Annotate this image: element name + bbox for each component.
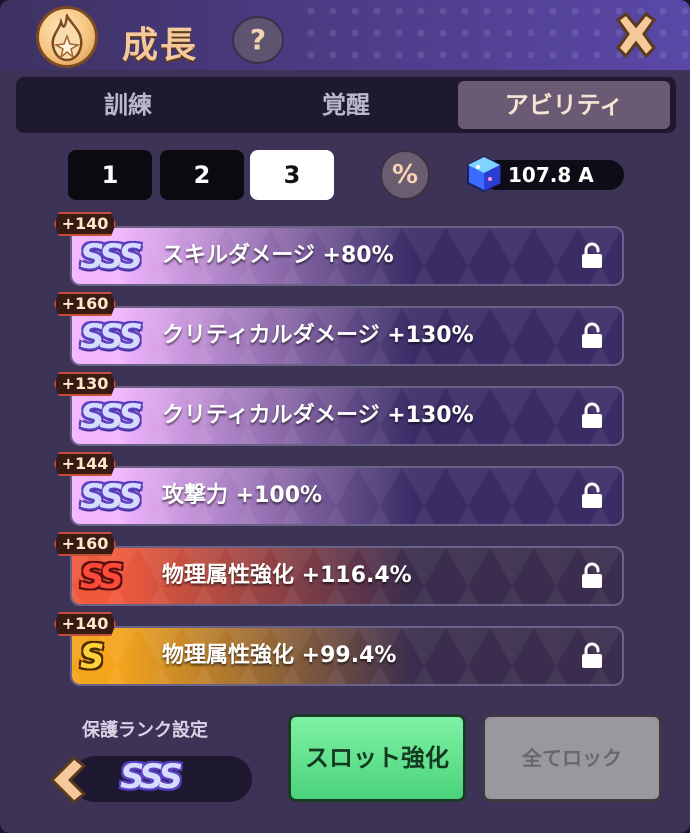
ability-row[interactable]: SSS スキルダメージ +80% — [70, 226, 624, 286]
unlock-icon[interactable] — [580, 242, 604, 274]
cube-icon — [466, 155, 502, 197]
page-button-3[interactable]: 3 — [250, 150, 334, 200]
rank-badge: SSS — [80, 397, 143, 437]
rank-badge: SSS — [80, 237, 143, 277]
percent-toggle-button[interactable]: % — [380, 150, 430, 200]
bonus-badge: +160 — [54, 292, 116, 316]
ability-text: 攻撃力 +100% — [162, 483, 323, 508]
bonus-badge: +160 — [54, 532, 116, 556]
slot-upgrade-button[interactable]: スロット強化 — [288, 714, 466, 802]
tab-training[interactable]: 訓練 — [22, 81, 234, 129]
rank-badge: SSS — [80, 317, 143, 357]
tab-bar: 訓練 覚醒 アビリティ — [16, 77, 676, 133]
protect-rank-label: 保護ランク設定 — [82, 720, 208, 741]
ability-text: スキルダメージ +80% — [162, 243, 394, 268]
bonus-badge: +130 — [54, 372, 116, 396]
ability-row[interactable]: S 物理属性強化 +99.4% — [70, 626, 624, 686]
rank-badge: S — [80, 637, 104, 677]
header — [0, 0, 690, 70]
flame-icon — [36, 6, 98, 68]
close-icon[interactable] — [606, 6, 666, 66]
bonus-badge: +140 — [54, 612, 116, 636]
page-button-2[interactable]: 2 — [160, 150, 244, 200]
unlock-icon[interactable] — [580, 482, 604, 514]
tab-awakening[interactable]: 覚醒 — [240, 81, 452, 129]
ability-text: クリティカルダメージ +130% — [162, 323, 474, 348]
currency-display: 107.8 A — [482, 160, 624, 190]
ability-row[interactable]: SS 物理属性強化 +116.4% — [70, 546, 624, 606]
ability-row[interactable]: SSS クリティカルダメージ +130% — [70, 306, 624, 366]
bonus-badge: +144 — [54, 452, 116, 476]
page-title: 成長 — [122, 25, 199, 66]
ability-row[interactable]: SSS クリティカルダメージ +130% — [70, 386, 624, 446]
unlock-icon[interactable] — [580, 642, 604, 674]
chevron-left-icon[interactable] — [40, 754, 90, 806]
ability-row[interactable]: SSS 攻撃力 +100% — [70, 466, 624, 526]
rank-badge: SS — [80, 557, 124, 597]
rank-badge: SSS — [80, 477, 143, 517]
help-button[interactable]: ? — [232, 16, 284, 64]
unlock-icon[interactable] — [580, 322, 604, 354]
unlock-icon[interactable] — [580, 562, 604, 594]
tab-ability[interactable]: アビリティ — [458, 81, 670, 129]
protect-rank-value: SSS — [120, 757, 183, 797]
ability-text: 物理属性強化 +116.4% — [162, 563, 412, 588]
lock-all-button[interactable]: 全てロック — [482, 714, 662, 802]
ability-row-pattern — [72, 468, 622, 524]
growth-panel: 成長 ? 訓練 覚醒 アビリティ 1 2 3 % 107.8 A SSS スキルダ… — [0, 0, 690, 833]
ability-text: 物理属性強化 +99.4% — [162, 643, 397, 668]
currency-value: 107.8 A — [508, 163, 594, 187]
bonus-badge: +140 — [54, 212, 116, 236]
unlock-icon[interactable] — [580, 402, 604, 434]
page-button-1[interactable]: 1 — [68, 150, 152, 200]
ability-text: クリティカルダメージ +130% — [162, 403, 474, 428]
